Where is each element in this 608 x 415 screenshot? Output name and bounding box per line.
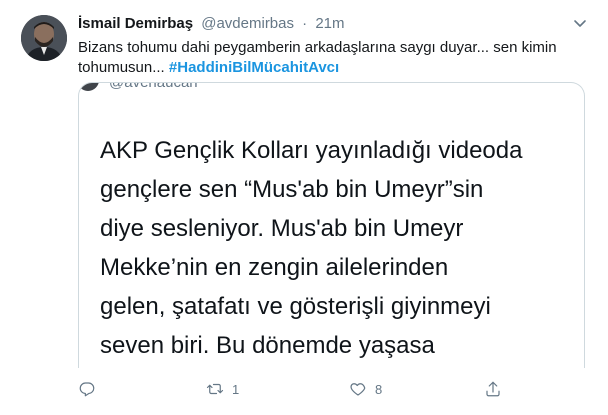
tweet-actions: 1 8 [78, 377, 518, 401]
chevron-down-icon[interactable] [570, 13, 590, 33]
like-icon [350, 383, 366, 396]
retweet-icon [206, 383, 224, 395]
share-button[interactable] [484, 377, 510, 401]
tweet-text: Bizans tohumu dahi peygamberin arkadaşla… [78, 38, 578, 78]
author-handle[interactable]: @avdemirbas [201, 15, 294, 32]
separator-dot: · [302, 15, 308, 32]
share-icon [486, 381, 500, 397]
quoted-avatar [79, 83, 99, 91]
avatar[interactable] [21, 15, 67, 61]
quoted-handle: @avehaucan [109, 82, 198, 91]
quoted-line: gelen, şatafatı ve gösterişli giyinmeyi [100, 293, 491, 320]
quote-fade [79, 356, 584, 368]
tweet[interactable]: İsmail Demirbaş @avdemirbas · 21m Bizans… [0, 0, 608, 415]
retweet-count: 1 [232, 381, 240, 397]
quoted-line: diye sesleniyor. Mus'ab bin Umeyr [100, 215, 464, 242]
quoted-line: gençlere sen “Mus'ab bin Umeyr”sin [100, 176, 484, 203]
reply-icon [79, 382, 95, 397]
quoted-tweet[interactable]: @avehaucan AKP Gençlik Kolları yayınladı… [78, 82, 585, 368]
quoted-line: AKP Gençlik Kolları yayınladığı videoda [100, 137, 523, 164]
retweet-button[interactable]: 1 [206, 377, 239, 401]
tweet-header: İsmail Demirbaş @avdemirbas · 21m [78, 14, 578, 34]
quoted-line: Mekke’nin en zengin ailelerinden [100, 254, 449, 281]
author-name[interactable]: İsmail Demirbaş [78, 15, 193, 32]
like-button[interactable]: 8 [349, 377, 382, 401]
quoted-text: AKP Gençlik Kolları yayınladığı videoda … [100, 131, 580, 365]
reply-button[interactable] [78, 377, 104, 401]
timestamp[interactable]: 21m [315, 15, 344, 32]
like-count: 8 [375, 381, 383, 397]
hashtag-link[interactable]: #HaddiniBilMücahitAvcı [169, 59, 339, 76]
